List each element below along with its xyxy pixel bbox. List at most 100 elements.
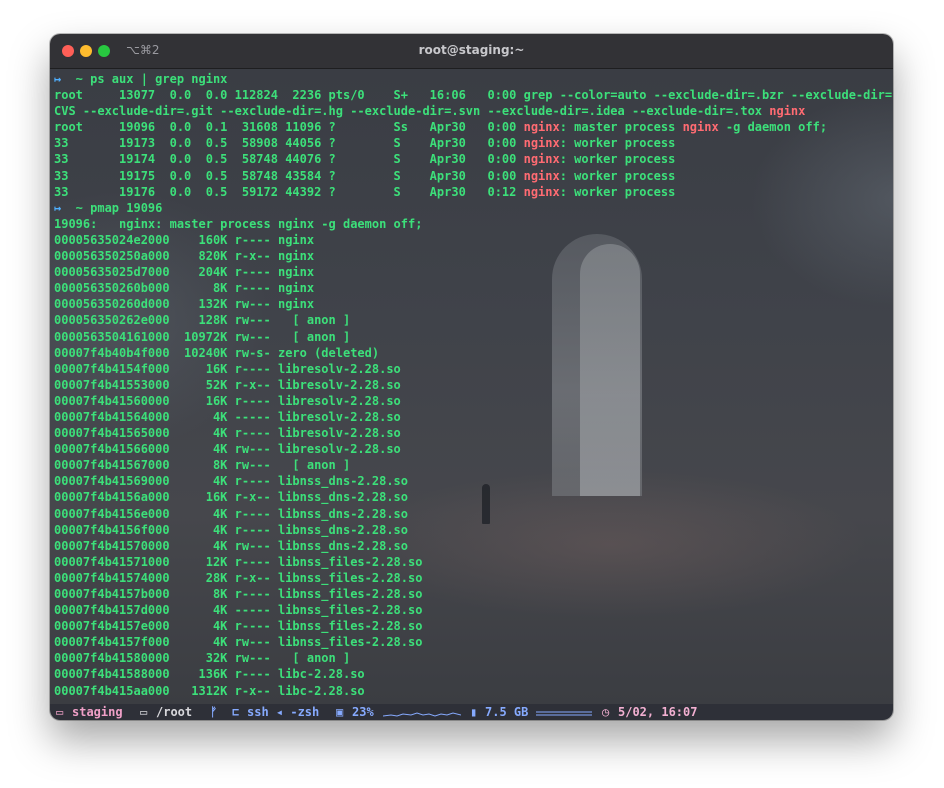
status-datetime: 5/02, 16:07: [618, 705, 698, 719]
terminal-line: root 13077 0.0 0.0 112824 2236 pts/0 S+ …: [54, 87, 893, 103]
terminal-text: 00007f4b415aa000 1312K r-x-- libc-2.28.s…: [54, 683, 365, 698]
terminal-text: 00007f4b4157d000 4K ----- libnss_files-2…: [54, 603, 423, 618]
terminal-line: 19096: nginx: master process nginx -g da…: [54, 216, 893, 232]
terminal-line: 000056350262e000 128K rw--- [ anon ]: [54, 312, 893, 328]
terminal-text: 00007f4b4157e000 4K r---- libnss_files-2…: [54, 619, 423, 634]
terminal-text: : worker process: [559, 152, 676, 167]
terminal-text: : worker process: [559, 168, 676, 183]
terminal-window: ⌥⌘2 root@staging:~ ↦ ~ ps aux | grep ngi…: [50, 34, 893, 720]
terminal-text: 00007f4b41567000 8K rw--- [ anon ]: [54, 458, 351, 473]
terminal-line: 00007f4b4157d000 4K ----- libnss_files-2…: [54, 602, 893, 618]
terminal-line: root 19096 0.0 0.1 31608 11096 ? Ss Apr3…: [54, 119, 893, 135]
terminal-line: 00007f4b4157b000 8K r---- libnss_files-2…: [54, 586, 893, 602]
monitor-icon: ▭: [56, 705, 64, 719]
terminal-text: 00007f4b41571000 12K r---- libnss_files-…: [54, 554, 423, 569]
terminal-line: 00007f4b41560000 16K r---- libresolv-2.2…: [54, 393, 893, 409]
terminal-line: 00007f4b415aa000 1312K r-x-- libc-2.28.s…: [54, 683, 893, 699]
terminal-text: 19096: nginx: master process nginx -g da…: [54, 216, 423, 231]
terminal-text: nginx: [523, 184, 560, 199]
tmux-status-bar: ▭ staging ▭ /root ᚠ ⊏ ssh ◂ -zsh ▣ 23% ▮…: [50, 704, 893, 720]
terminal-text: 00007f4b4157b000 8K r---- libnss_files-2…: [54, 587, 423, 601]
terminal-text: 33 19174 0.0 0.5 58748 44076 ? S Apr30 0…: [54, 152, 524, 167]
terminal-text: -g daemon off;: [718, 120, 828, 135]
terminal-line: 00007f4b4156a000 16K r-x-- libnss_dns-2.…: [54, 489, 893, 505]
terminal-text: root 13077 0.0 0.0 112824 2236 pts/0 S+ …: [54, 88, 893, 103]
status-session: ssh ◂ -zsh: [247, 705, 320, 719]
terminal-text: CVS --exclude-dir=.git --exclude-dir=.hg…: [54, 104, 770, 119]
terminal-text: nginx: [523, 152, 560, 167]
terminal-text: 33 19175 0.0 0.5 58748 43584 ? S Apr30 0…: [54, 168, 524, 183]
terminal-line: ↦ ~ ps aux | grep nginx: [54, 71, 893, 87]
terminal-text: 00007f4b41569000 4K r---- libnss_dns-2.2…: [54, 474, 409, 489]
terminal-text: 33 19173 0.0 0.5 58908 44056 ? S Apr30 0…: [54, 136, 524, 151]
terminal-line: 000056350260d000 132K rw--- nginx: [54, 296, 893, 312]
terminal-line: 00007f4b41571000 12K r---- libnss_files-…: [54, 554, 893, 570]
terminal-line: 33 19174 0.0 0.5 58748 44076 ? S Apr30 0…: [54, 151, 893, 167]
terminal-line: 00005635025d7000 204K r---- nginx: [54, 264, 893, 280]
terminal-line: 00005635024e2000 160K r---- nginx: [54, 232, 893, 248]
terminal-text: nginx: [523, 168, 560, 183]
terminal-line: 00007f4b41580000 32K rw--- [ anon ]: [54, 650, 893, 666]
clock-icon: ◷: [602, 705, 610, 719]
terminal-text: 00005635024e2000 160K r---- nginx: [54, 232, 315, 247]
terminal-line: 00007f4b41569000 4K r---- libnss_dns-2.2…: [54, 473, 893, 489]
terminal-line: 00007f4b41564000 4K ----- libresolv-2.28…: [54, 409, 893, 425]
terminal-line: 33 19176 0.0 0.5 59172 44392 ? S Apr30 0…: [54, 184, 893, 200]
terminal-text: ~ pmap 19096: [68, 200, 163, 215]
terminal-line: 00007f4b41567000 8K rw--- [ anon ]: [54, 457, 893, 473]
status-cpu: 23%: [352, 705, 374, 719]
terminal-text: 00007f4b4154f000 16K r---- libresolv-2.2…: [54, 361, 401, 376]
folder-icon: ▭: [140, 705, 148, 719]
cpu-icon: ▣: [336, 705, 344, 719]
terminal-output[interactable]: ↦ ~ ps aux | grep nginx root 13077 0.0 0.…: [54, 71, 893, 699]
terminal-text: 00007f4b41588000 136K r---- libc-2.28.so: [54, 667, 365, 682]
terminal-text: 000056350260b000 8K r---- nginx: [54, 281, 315, 296]
terminal-line: 00007f4b4156f000 4K r---- libnss_dns-2.2…: [54, 522, 893, 538]
process-tree-icon: ⊏: [232, 705, 240, 719]
title-bar: ⌥⌘2 root@staging:~: [50, 34, 893, 69]
terminal-text: 0000563504161000 10972K rw--- [ anon ]: [54, 329, 351, 344]
terminal-line: 00007f4b41574000 28K r-x-- libnss_files-…: [54, 570, 893, 586]
terminal-line: 33 19175 0.0 0.5 58748 43584 ? S Apr30 0…: [54, 168, 893, 184]
terminal-text: 33 19176 0.0 0.5 59172 44392 ? S Apr30 0…: [54, 184, 524, 199]
terminal-text: nginx: [769, 104, 806, 119]
terminal-pane[interactable]: ↦ ~ ps aux | grep nginx root 13077 0.0 0.…: [50, 69, 893, 704]
terminal-line: 00007f4b4157e000 4K r---- libnss_files-2…: [54, 618, 893, 634]
terminal-text: 00007f4b41574000 28K r-x-- libnss_files-…: [54, 570, 423, 585]
terminal-text: 00007f4b41566000 4K rw--- libresolv-2.28…: [54, 442, 401, 457]
terminal-line: 000056350250a000 820K r-x-- nginx: [54, 248, 893, 264]
terminal-text: : master process: [559, 120, 683, 135]
terminal-line: 00007f4b41553000 52K r-x-- libresolv-2.2…: [54, 377, 893, 393]
terminal-text: 00007f4b4156e000 4K r---- libnss_dns-2.2…: [54, 506, 409, 521]
terminal-text: 00007f4b4156f000 4K r---- libnss_dns-2.2…: [54, 522, 409, 537]
terminal-line: ↦ ~ pmap 19096: [54, 200, 893, 216]
terminal-text: 00007f4b41564000 4K ----- libresolv-2.28…: [54, 409, 401, 424]
cpu-sparkline: [383, 712, 461, 717]
terminal-text: nginx: [523, 120, 560, 135]
terminal-line: 00007f4b41566000 4K rw--- libresolv-2.28…: [54, 441, 893, 457]
terminal-text: nginx: [523, 136, 560, 151]
terminal-text: 000056350250a000 820K r-x-- nginx: [54, 249, 315, 264]
terminal-text: 00007f4b4157f000 4K rw--- libnss_files-2…: [54, 635, 423, 650]
status-host: staging: [72, 705, 123, 719]
memory-sparkline: [536, 711, 592, 716]
terminal-line: 00007f4b41570000 4K rw--- libnss_dns-2.2…: [54, 538, 893, 554]
terminal-text: 000056350260d000 132K rw--- nginx: [54, 297, 315, 312]
terminal-line: 000056350260b000 8K r---- nginx: [54, 280, 893, 296]
terminal-line: 0000563504161000 10972K rw--- [ anon ]: [54, 329, 893, 345]
terminal-text: ~ ps aux | grep nginx: [68, 72, 228, 86]
terminal-text: 00007f4b41580000 32K rw--- [ anon ]: [54, 651, 351, 666]
terminal-line: 00007f4b41588000 136K r---- libc-2.28.so: [54, 666, 893, 682]
terminal-text: 00007f4b4156a000 16K r-x-- libnss_dns-2.…: [54, 490, 409, 505]
window-title: root@staging:~: [418, 43, 525, 57]
memory-icon: ▮: [470, 705, 478, 719]
terminal-text: : worker process: [559, 136, 676, 151]
status-dir: /root: [156, 705, 193, 719]
terminal-text: root 19096 0.0 0.1 31608 11096 ? Ss Apr3…: [54, 120, 524, 135]
terminal-line: 00007f4b4157f000 4K rw--- libnss_files-2…: [54, 634, 893, 650]
terminal-text: 00007f4b41565000 4K r---- libresolv-2.28…: [54, 426, 401, 441]
terminal-text: 00007f4b41560000 16K r---- libresolv-2.2…: [54, 393, 401, 408]
terminal-text: 00007f4b41553000 52K r-x-- libresolv-2.2…: [54, 377, 401, 392]
terminal-line: 00007f4b40b4f000 10240K rw-s- zero (dele…: [54, 345, 893, 361]
terminal-line: CVS --exclude-dir=.git --exclude-dir=.hg…: [54, 103, 893, 119]
